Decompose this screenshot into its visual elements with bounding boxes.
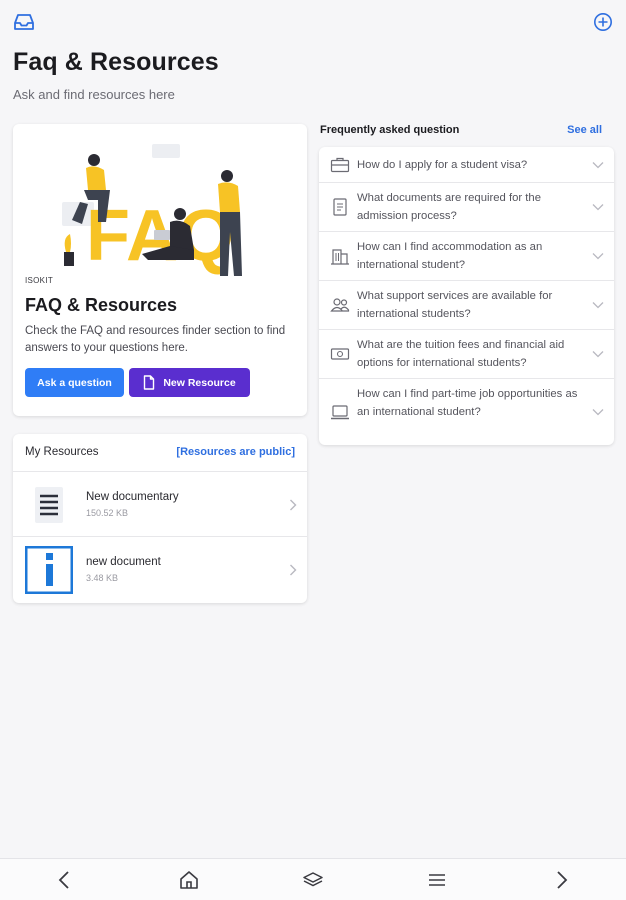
faq-item[interactable]: How can I find accommodation as an inter… [319,232,614,281]
resource-name: New documentary [86,491,179,503]
money-icon [330,348,350,360]
page-title: Faq & Resources [13,48,219,76]
resource-name: new document [86,556,161,568]
faq-question: What documents are required for the admi… [357,192,541,222]
new-resource-label: New Resource [163,376,236,389]
chevron-down-icon [592,409,604,416]
faq-header: Frequently asked question See all [320,124,614,140]
file-icon [144,375,155,390]
chevron-right-icon [290,499,297,511]
faq-illustration: FAQ [62,144,242,276]
info-icon [25,546,73,594]
top-bar [0,0,626,44]
chevron-down-icon [592,351,604,358]
resource-row[interactable]: New documentary 150.52 KB [13,473,307,537]
back-icon[interactable] [54,870,76,890]
chevron-right-icon [290,564,297,576]
home-icon[interactable] [178,870,200,890]
resources-public-link[interactable]: [Resources are public] [176,446,295,458]
page-subtitle: Ask and find resources here [13,87,175,102]
chevron-down-icon [592,253,604,260]
resource-size: 150.52 KB [86,508,129,518]
faq-question: What support services are available for … [357,290,553,320]
document-lines-icon [35,487,63,523]
faq-item[interactable]: What documents are required for the admi… [319,183,614,232]
inbox-icon[interactable] [13,12,35,32]
faq-question: What are the tuition fees and financial … [357,339,565,369]
faq-item[interactable]: How do I apply for a student visa? [319,147,614,183]
faq-question: How do I apply for a student visa? [357,159,528,171]
faq-item[interactable]: How can I find part-time job opportuniti… [319,379,614,445]
chevron-down-icon [592,302,604,309]
new-resource-button[interactable]: New Resource [129,368,250,397]
ask-question-label: Ask a question [37,376,112,389]
hero-title: FAQ & Resources [25,295,178,315]
see-all-link[interactable]: See all [567,124,602,136]
faq-hero-card: FAQ ISOKIT FAQ & Resources Check the FAQ… [13,124,307,416]
chevron-down-icon [592,204,604,211]
plus-circle-icon[interactable] [593,12,613,32]
faq-label: Frequently asked question [320,124,460,136]
hero-eyebrow: ISOKIT [25,276,54,285]
briefcase-icon [330,157,350,173]
people-icon [330,298,350,312]
document-icon [333,198,347,216]
faq-item[interactable]: What support services are available for … [319,281,614,330]
building-icon [331,249,349,265]
my-resources-card: My Resources [Resources are public] New … [13,434,307,603]
faq-item[interactable]: What are the tuition fees and financial … [319,330,614,379]
faq-question: How can I find accommodation as an inter… [357,241,543,271]
laptop-icon [331,405,349,420]
my-resources-label: My Resources [25,446,99,458]
ask-question-button[interactable]: Ask a question [25,368,124,397]
layers-icon[interactable] [302,870,324,890]
faq-question: How can I find part-time job opportuniti… [357,388,578,418]
menu-icon[interactable] [426,870,448,890]
resource-row[interactable]: new document 3.48 KB [13,538,307,602]
forward-icon[interactable] [550,870,572,890]
chevron-down-icon [592,162,604,169]
bottom-navigation [0,858,626,900]
faq-list-card: How do I apply for a student visa? What … [319,147,614,445]
resource-size: 3.48 KB [86,573,119,583]
hero-description: Check the FAQ and resources finder secti… [25,325,286,354]
my-resources-header: My Resources [Resources are public] [13,434,307,472]
